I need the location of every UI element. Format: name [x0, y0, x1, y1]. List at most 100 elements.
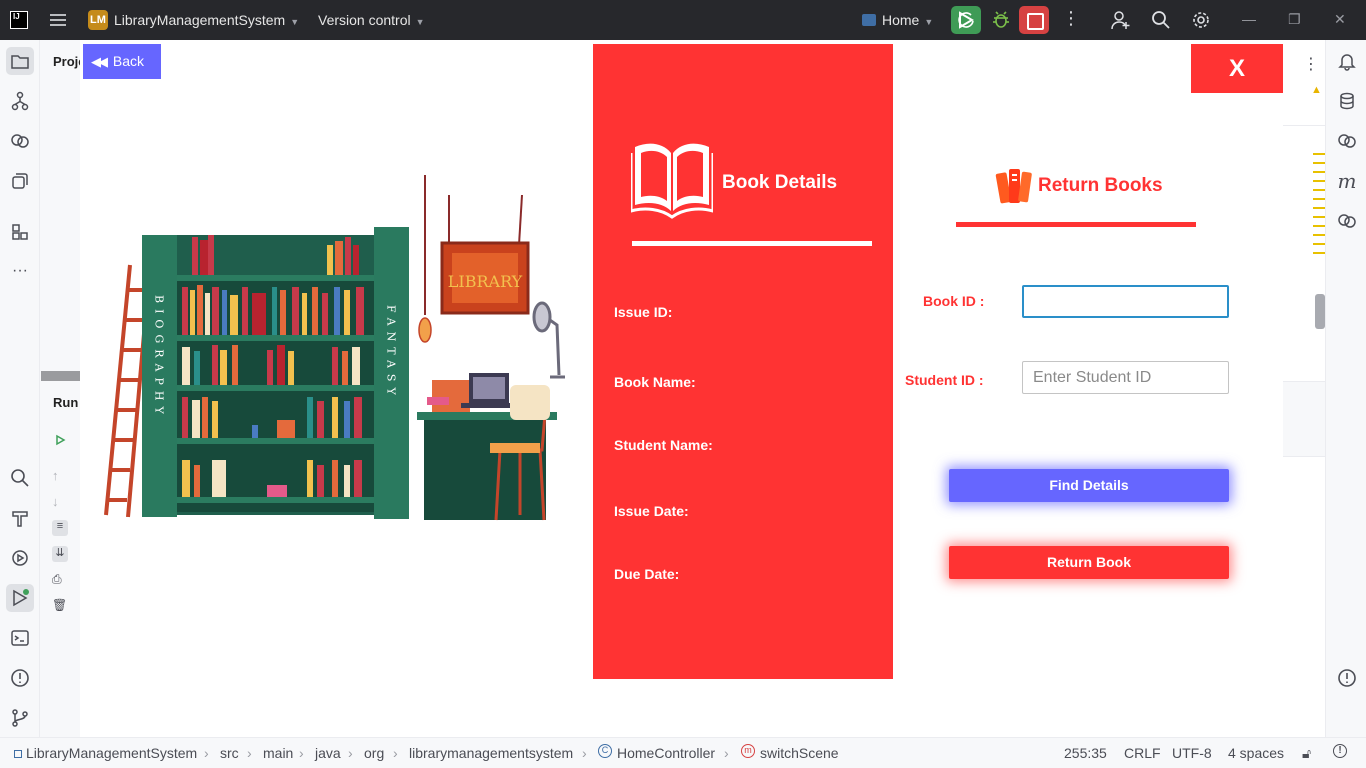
- structure-icon[interactable]: [10, 91, 30, 111]
- bookcase-illustration: BIOGRAPHY FANTASY: [142, 227, 409, 519]
- find-icon[interactable]: [10, 468, 30, 488]
- rewind-arrow-icon: ◀◀: [91, 54, 108, 69]
- run-configuration-selector[interactable]: Home ▼: [862, 12, 933, 28]
- plugins-icon[interactable]: [10, 222, 30, 242]
- unlock-icon[interactable]: 🔓︎: [1302, 745, 1311, 762]
- chevron-down-icon: ▼: [290, 17, 300, 27]
- open-book-icon: [631, 143, 713, 219]
- restore-window-icon[interactable]: ❐: [1288, 11, 1301, 28]
- book-name-label: Book Name:: [614, 374, 696, 390]
- book-id-label: Book ID :: [923, 293, 985, 309]
- title-underline: [632, 241, 872, 246]
- problems-icon[interactable]: [10, 668, 30, 688]
- search-icon[interactable]: [1151, 10, 1171, 30]
- right-tool-strip: m: [1325, 40, 1366, 737]
- book-details-panel: Book Details Issue ID: Book Name: Studen…: [593, 44, 893, 679]
- git-branch-icon[interactable]: [10, 708, 30, 728]
- project-name: LibraryManagementSystem: [114, 12, 286, 28]
- desk-lamp: [532, 301, 565, 379]
- books-stack-icon: [995, 169, 1032, 204]
- add-user-icon[interactable]: [1111, 10, 1131, 30]
- return-book-button[interactable]: Return Book: [949, 546, 1229, 579]
- terminal-icon[interactable]: [10, 628, 30, 648]
- close-button[interactable]: X: [1191, 44, 1283, 93]
- run-config-icon: [862, 14, 876, 26]
- database-icon[interactable]: [1337, 91, 1357, 111]
- spine-fantasy-text: FANTASY: [385, 305, 398, 401]
- maven-icon[interactable]: m: [1337, 169, 1357, 193]
- warning-markers[interactable]: [1313, 153, 1325, 259]
- panel-splitter[interactable]: [41, 371, 82, 381]
- run-tool-icon[interactable]: [10, 588, 30, 608]
- run-config-label: Home: [882, 12, 920, 28]
- indent-setting[interactable]: 4 spaces: [1228, 745, 1284, 761]
- breadcrumb-method[interactable]: switchScene: [760, 745, 839, 761]
- return-books-window: ◀◀ Back BIOGRAPHY FANTASY LIBRARY Book D…: [80, 40, 1283, 737]
- scroll-to-end-icon[interactable]: ⇊: [52, 546, 68, 562]
- book-details-title: Book Details: [722, 172, 838, 193]
- project-badge[interactable]: LM: [88, 10, 108, 30]
- project-folder-icon[interactable]: [10, 51, 30, 71]
- arrow-up-icon[interactable]: ↑: [52, 468, 68, 484]
- back-button[interactable]: ◀◀ Back: [83, 44, 161, 79]
- left-tool-strip: ···: [0, 40, 40, 737]
- rerun-button[interactable]: [951, 6, 981, 34]
- close-window-icon[interactable]: ✕: [1334, 11, 1346, 28]
- back-label: Back: [112, 53, 145, 69]
- stop-button[interactable]: [1019, 6, 1049, 34]
- breadcrumb-class[interactable]: HomeController: [617, 745, 715, 761]
- notifications-bell-icon[interactable]: [1337, 51, 1357, 71]
- issue-id-label: Issue ID:: [614, 304, 673, 320]
- student-id-input[interactable]: [1022, 361, 1229, 394]
- library-illustration: BIOGRAPHY FANTASY LIBRARY: [104, 175, 565, 521]
- due-date-label: Due Date:: [614, 566, 680, 582]
- find-details-button[interactable]: Find Details: [949, 469, 1229, 502]
- services-icon[interactable]: [10, 548, 30, 568]
- more-tools-icon[interactable]: ···: [10, 262, 30, 282]
- print-icon[interactable]: ⎙: [52, 572, 68, 588]
- more-actions-icon[interactable]: ⋮: [1062, 8, 1080, 29]
- minimize-window-icon[interactable]: —: [1242, 11, 1256, 27]
- trash-icon[interactable]: 🗑: [52, 598, 68, 614]
- arrow-down-icon[interactable]: ↓: [52, 494, 68, 510]
- student-id-label: Student ID :: [905, 372, 984, 388]
- editor-gutter: ⋮ ▲: [1283, 40, 1325, 737]
- hanging-bulb: [418, 175, 432, 343]
- class-icon: C: [598, 744, 612, 758]
- soft-wrap-icon[interactable]: ≡: [52, 520, 68, 536]
- editor-more-icon[interactable]: ⋮: [1303, 54, 1319, 74]
- breadcrumb-package[interactable]: librarymanagementsystem: [409, 745, 573, 761]
- hanging-library-sign: LIBRARY: [440, 194, 530, 315]
- help-icon[interactable]: [1337, 668, 1357, 688]
- ai-chat-icon[interactable]: [1337, 131, 1357, 151]
- build-hammer-icon[interactable]: [10, 508, 30, 528]
- warning-icon[interactable]: ▲: [1311, 84, 1322, 96]
- student-name-label: Student Name:: [614, 437, 713, 453]
- rerun-small-icon[interactable]: [52, 432, 68, 448]
- bookmarks-icon[interactable]: [10, 171, 30, 191]
- gutter-divider: [1283, 125, 1325, 126]
- editor-scrollbar-thumb[interactable]: [1315, 294, 1325, 329]
- caret-position[interactable]: 255:35: [1064, 745, 1107, 761]
- breadcrumb-src[interactable]: src: [220, 745, 239, 761]
- notifications-status-icon[interactable]: !: [1333, 744, 1347, 758]
- breadcrumb-project[interactable]: LibraryManagementSystem: [26, 745, 197, 761]
- project-panel: [41, 40, 80, 737]
- book-id-input[interactable]: [1022, 285, 1229, 318]
- version-control-menu[interactable]: Version control ▼: [318, 12, 425, 28]
- ai-assistant-icon[interactable]: [10, 131, 30, 151]
- copilot-icon[interactable]: [1337, 211, 1357, 231]
- run-output-area: [1283, 381, 1325, 457]
- file-encoding[interactable]: UTF-8: [1172, 745, 1212, 761]
- breadcrumb-org[interactable]: org: [364, 745, 384, 761]
- debug-icon[interactable]: [990, 6, 1012, 34]
- main-menu-icon[interactable]: [48, 10, 68, 30]
- project-selector[interactable]: LibraryManagementSystem ▼: [114, 12, 299, 28]
- run-panel-title: Run: [53, 395, 79, 410]
- breadcrumb-java[interactable]: java: [315, 745, 341, 761]
- settings-gear-icon[interactable]: [1191, 10, 1211, 30]
- status-bar: LibraryManagementSystem › src › main › j…: [0, 737, 1366, 768]
- rerun-icon: [958, 11, 974, 29]
- breadcrumb-main[interactable]: main: [263, 745, 293, 761]
- line-separator[interactable]: CRLF: [1124, 745, 1161, 761]
